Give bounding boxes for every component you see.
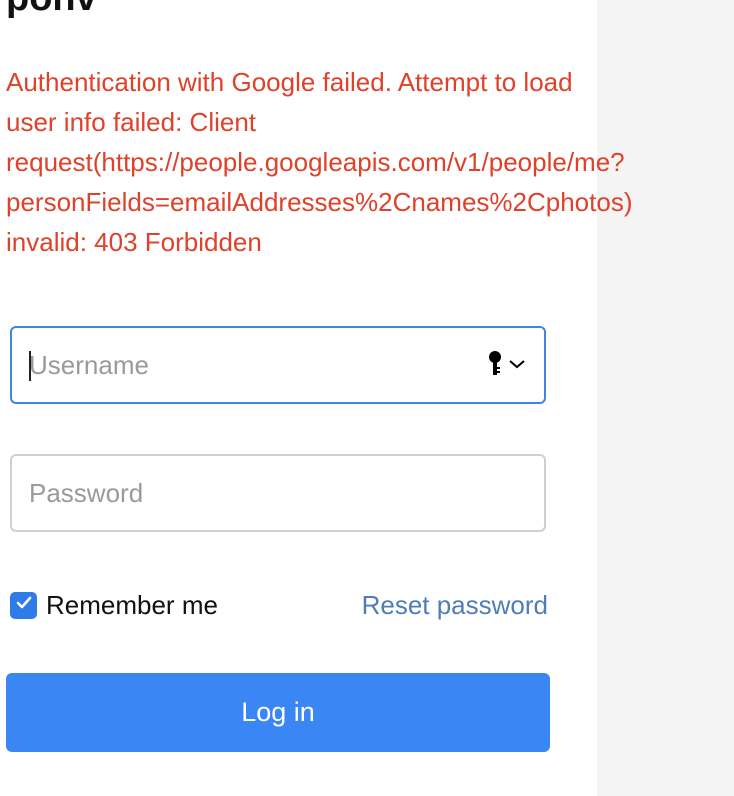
login-button[interactable]: Log in [6,673,550,752]
password-manager-button[interactable] [488,350,526,382]
error-line: Authentication with Google failed. Attem… [6,67,573,97]
key-icon [488,350,502,382]
login-page: ponv Authentication with Google failed. … [0,0,734,796]
app-title: ponv [6,0,97,20]
username-field [10,326,546,404]
text-caret [29,351,31,381]
error-line: user info failed: Client [6,107,257,137]
error-line: personFields=emailAddresses%2Cnames%2Cph… [6,187,633,217]
error-line: invalid: 403 Forbidden [6,227,262,257]
password-field [10,454,546,532]
error-message: Authentication with Google failed. Attem… [6,62,716,262]
reset-password-link[interactable]: Reset password [362,588,548,622]
chevron-down-icon [508,357,526,375]
error-line: request(https://people.googleapis.com/v1… [6,147,625,177]
username-input[interactable] [12,328,544,402]
checkmark-icon [15,595,33,616]
remember-me-row: Remember me [10,588,218,622]
password-input[interactable] [12,456,544,530]
remember-me-checkbox[interactable] [10,591,37,619]
remember-me-label: Remember me [46,590,218,620]
